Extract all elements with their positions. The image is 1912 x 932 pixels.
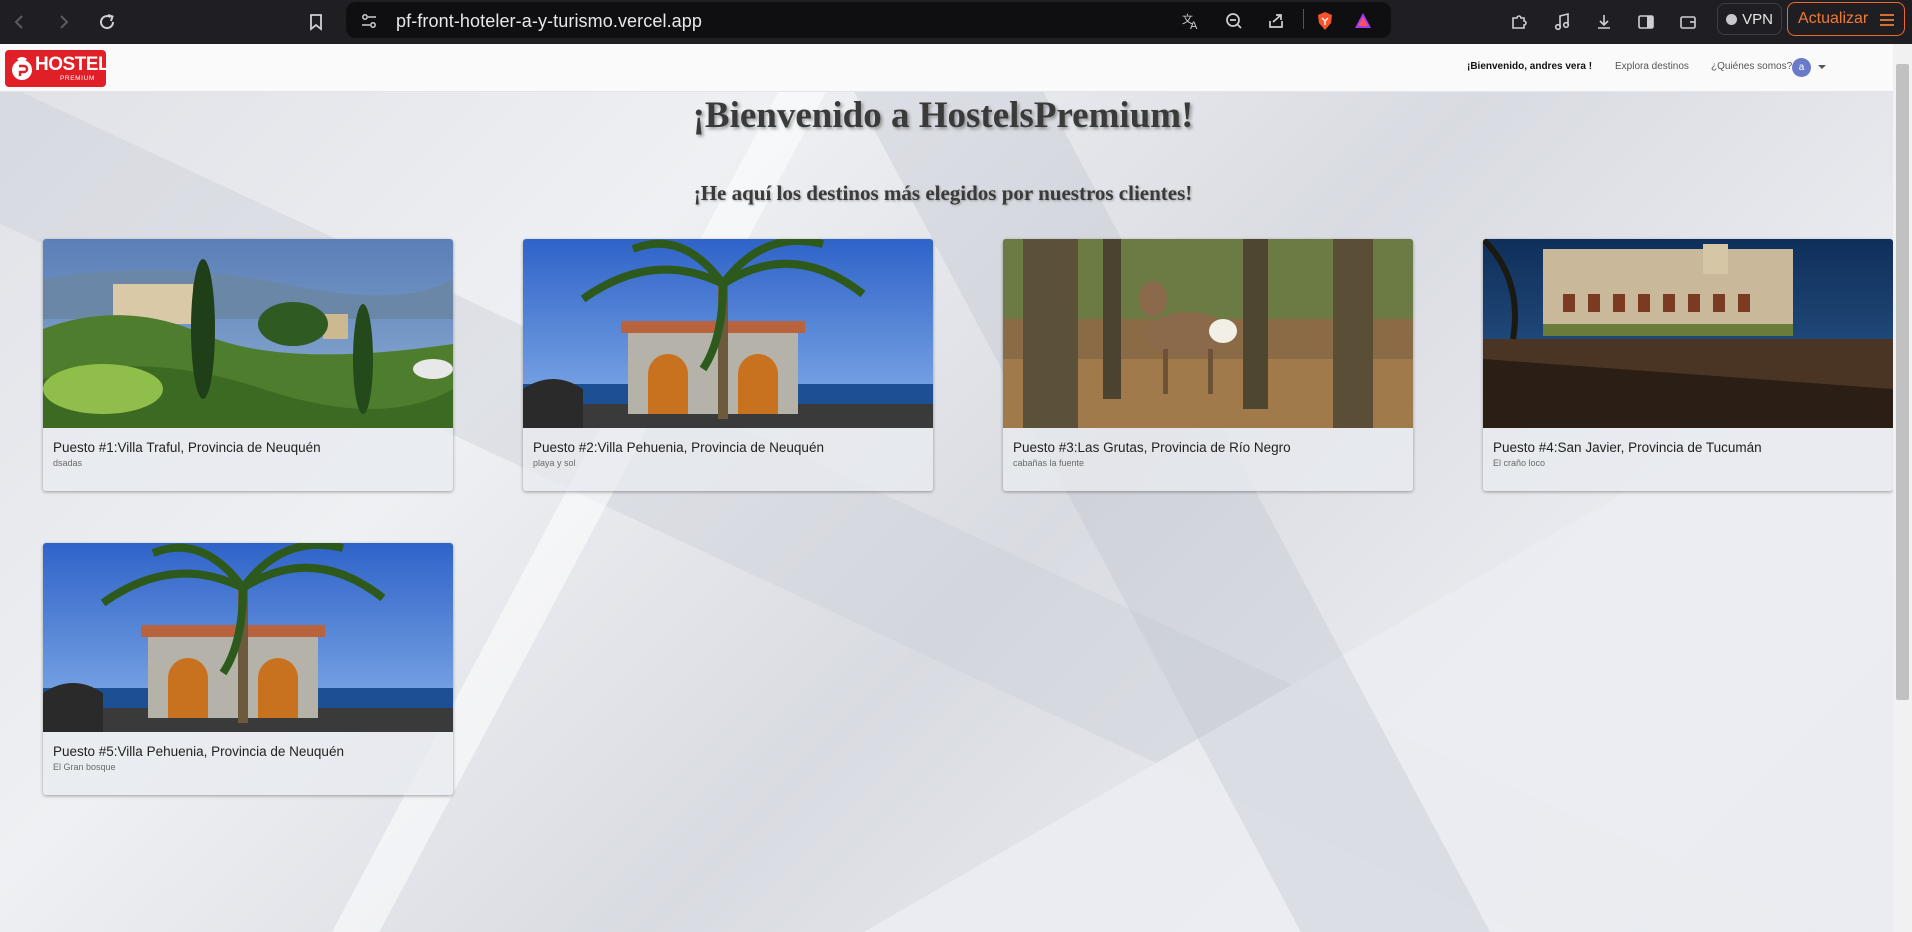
- destination-card[interactable]: Puesto #1:Villa Traful, Provincia de Neu…: [43, 239, 453, 491]
- logo-text: HOSTEL: [35, 54, 110, 75]
- site-settings-icon[interactable]: [356, 8, 382, 34]
- page-subtitle: ¡He aquí los destinos más elegidos por n…: [693, 181, 1193, 205]
- nav-link-explore[interactable]: Explora destinos: [1615, 61, 1689, 72]
- destination-description: cabañas la fuente: [1013, 458, 1085, 468]
- welcome-user-text: ¡Bienvenido, andres vera !: [1467, 61, 1593, 72]
- download-icon: [1598, 15, 1610, 29]
- forward-button[interactable]: [47, 6, 79, 38]
- destination-image[interactable]: [1483, 239, 1893, 428]
- sidebar-button[interactable]: [1630, 6, 1662, 38]
- wallet-button[interactable]: [1672, 6, 1704, 38]
- page-scrollbar[interactable]: [1893, 44, 1912, 932]
- forward-arrow-icon: [60, 15, 69, 29]
- vpn-status-icon: [1726, 13, 1738, 25]
- sidebar-icon: [1638, 15, 1654, 29]
- destination-title: Puesto #5:Villa Pehuenia, Provincia de N…: [53, 744, 344, 759]
- url-text[interactable]: pf-front-hoteler-a-y-turismo.vercel.app: [396, 11, 702, 32]
- destination-image[interactable]: [523, 239, 933, 428]
- chevron-down-icon[interactable]: [1818, 65, 1826, 69]
- toolbar-separator: [1303, 9, 1304, 29]
- wallet-icon: [1680, 16, 1696, 29]
- destination-title: Puesto #1:Villa Traful, Provincia de Neu…: [53, 440, 321, 455]
- brave-rewards-icon[interactable]: [1350, 8, 1376, 34]
- update-label: Actualizar: [1798, 10, 1869, 27]
- destination-card[interactable]: Puesto #4:San Javier, Provincia de Tucum…: [1483, 239, 1893, 491]
- destination-card[interactable]: Puesto #5:Villa Pehuenia, Provincia de N…: [43, 543, 453, 795]
- music-note-icon: [1554, 12, 1570, 31]
- vpn-button[interactable]: VPN: [1717, 3, 1782, 35]
- destination-image[interactable]: [1003, 239, 1413, 428]
- browser-toolbar: pf-front-hoteler-a-y-turismo.vercel.app …: [0, 0, 1912, 44]
- hamburger-menu-icon: [1880, 14, 1894, 26]
- destination-image[interactable]: [43, 543, 453, 732]
- page-title: ¡Bienvenido a HostelsPremium!: [692, 95, 1194, 136]
- share-icon[interactable]: [1263, 8, 1289, 34]
- nav-link-about[interactable]: ¿Quiénes somos?: [1711, 61, 1792, 72]
- puzzle-icon: [1512, 15, 1527, 29]
- destination-card[interactable]: Puesto #2:Villa Pehuenia, Provincia de N…: [523, 239, 933, 491]
- destination-card[interactable]: Puesto #3:Las Grutas, Provincia de Río N…: [1003, 239, 1413, 491]
- extensions-button[interactable]: [1503, 6, 1535, 38]
- brave-shields-icon[interactable]: [1312, 8, 1338, 34]
- destination-description: El craño loco: [1493, 458, 1546, 468]
- reload-button[interactable]: [91, 6, 123, 38]
- destination-image[interactable]: [43, 239, 453, 428]
- avatar-letter: a: [1798, 62, 1805, 73]
- destination-title: Puesto #4:San Javier, Provincia de Tucum…: [1493, 440, 1762, 455]
- site-logo[interactable]: HOSTEL PREMIUM: [5, 50, 110, 87]
- media-button[interactable]: [1546, 6, 1578, 38]
- reload-icon: [100, 14, 115, 30]
- translate-icon[interactable]: 文A: [1178, 8, 1204, 34]
- destination-description: El Gran bosque: [53, 762, 116, 772]
- hostel-logo-icon: [12, 57, 32, 80]
- address-bar[interactable]: pf-front-hoteler-a-y-turismo.vercel.app …: [346, 2, 1391, 38]
- site-navbar: HOSTEL PREMIUM ¡Bienvenido, andres vera …: [0, 44, 1893, 92]
- vpn-label: VPN: [1742, 10, 1773, 28]
- page-content: HOSTEL PREMIUM ¡Bienvenido, andres vera …: [0, 44, 1893, 932]
- bookmark-icon: [310, 14, 322, 31]
- scrollbar-thumb[interactable]: [1896, 64, 1909, 700]
- zoom-out-icon[interactable]: [1221, 8, 1247, 34]
- back-arrow-icon: [14, 15, 23, 29]
- user-avatar[interactable]: a: [1792, 58, 1811, 77]
- svg-text:A: A: [1190, 20, 1198, 31]
- destination-title: Puesto #2:Villa Pehuenia, Provincia de N…: [533, 440, 824, 455]
- back-button[interactable]: [4, 6, 36, 38]
- update-button[interactable]: Actualizar: [1787, 2, 1905, 36]
- destination-description: playa y sol: [533, 458, 576, 468]
- destination-title: Puesto #3:Las Grutas, Provincia de Río N…: [1013, 440, 1291, 455]
- logo-subtext: PREMIUM: [60, 75, 95, 82]
- destination-description: dsadas: [53, 458, 83, 468]
- downloads-button[interactable]: [1588, 6, 1620, 38]
- bookmark-button[interactable]: [300, 6, 332, 38]
